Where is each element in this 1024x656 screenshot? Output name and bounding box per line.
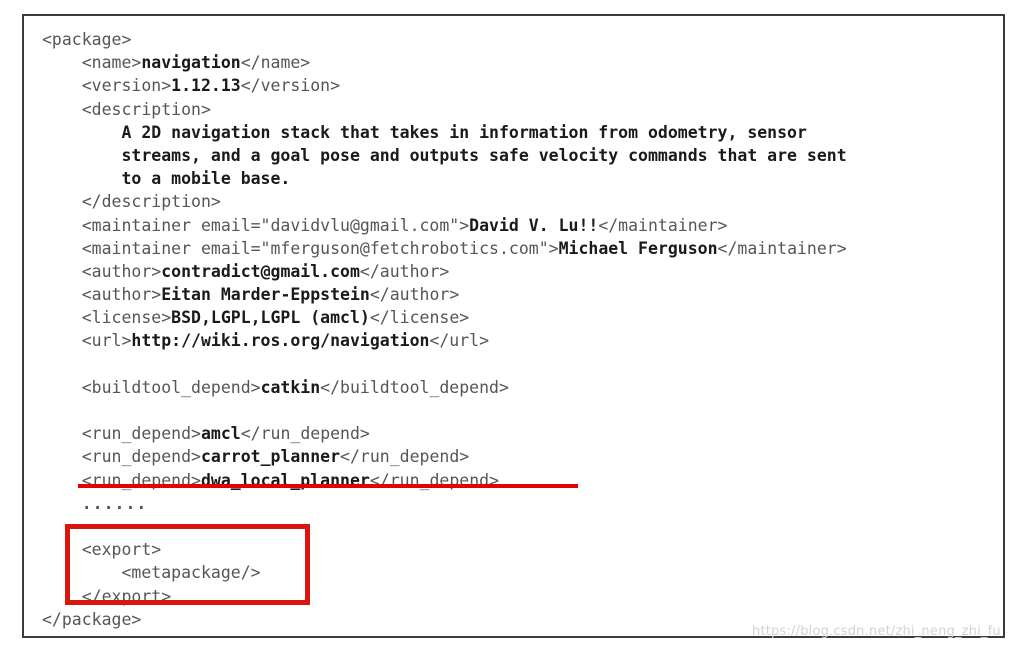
red-box-annotation xyxy=(65,524,310,605)
code-line: <author>contradict@gmail.com</author> xyxy=(42,260,1001,283)
site-watermark: https://blog.csdn.net/zhi_neng_zhi_fu xyxy=(752,624,1001,639)
code-token-val: contradict@gmail.com xyxy=(161,261,360,281)
code-token-tag: </maintainer> xyxy=(717,238,847,258)
code-line: <version>1.12.13</version> xyxy=(42,74,1001,97)
code-token-val: Michael Ferguson xyxy=(558,238,718,258)
code-token-tag: </maintainer> xyxy=(598,215,728,235)
code-token-val: A 2D navigation stack that takes in info… xyxy=(121,122,807,142)
code-line: A 2D navigation stack that takes in info… xyxy=(42,121,1001,144)
code-line: <package> xyxy=(42,28,1001,51)
code-line: ...... xyxy=(42,492,1001,515)
code-token-tag: <author> xyxy=(81,261,162,281)
code-token-tag: </author> xyxy=(369,285,460,305)
code-token-tag: </description> xyxy=(81,192,221,212)
code-token-tag: <run_depend> xyxy=(81,447,201,467)
code-token-val: Eitan Marder-Eppstein xyxy=(161,285,370,305)
code-token-val: BSD,LGPL,LGPL (amcl) xyxy=(171,308,370,328)
code-token-tag: <version> xyxy=(81,76,172,96)
code-line: </description> xyxy=(42,190,1001,213)
code-token-val: David V. Lu!! xyxy=(469,215,599,235)
code-line: streams, and a goal pose and outputs saf… xyxy=(42,144,1001,167)
code-token-tag: </version> xyxy=(240,76,341,96)
code-token-val: streams, and a goal pose and outputs saf… xyxy=(121,145,847,165)
code-token-val: to a mobile base. xyxy=(121,169,291,189)
code-token-dots: ...... xyxy=(81,493,148,513)
code-line: <maintainer email="mferguson@fetchroboti… xyxy=(42,237,1001,260)
code-token-val: catkin xyxy=(260,377,321,397)
code-token-tag: <buildtool_depend> xyxy=(81,377,261,397)
code-token-tag: <run_depend> xyxy=(81,424,201,444)
code-line: <run_depend>dwa_local_planner</run_depen… xyxy=(42,469,1001,492)
code-token-tag: </buildtool_depend> xyxy=(320,377,509,397)
code-line: <url>http://wiki.ros.org/navigation</url… xyxy=(42,329,1001,352)
code-line: <license>BSD,LGPL,LGPL (amcl)</license> xyxy=(42,306,1001,329)
code-token-val: carrot_planner xyxy=(200,447,341,467)
code-line: <buildtool_depend>catkin</buildtool_depe… xyxy=(42,376,1001,399)
code-line: <run_depend>carrot_planner</run_depend> xyxy=(42,445,1001,468)
code-token-tag: <url> xyxy=(81,331,132,351)
code-line: <run_depend>amcl</run_depend> xyxy=(42,422,1001,445)
code-token-tag: <maintainer email="davidvlu@gmail.com"> xyxy=(81,215,470,235)
code-token-tag: </url> xyxy=(429,331,490,351)
code-line: <author>Eitan Marder-Eppstein</author> xyxy=(42,283,1001,306)
code-token-tag: </run_depend> xyxy=(240,424,370,444)
code-token-tag: </package> xyxy=(42,609,142,629)
code-token-tag: <name> xyxy=(81,53,142,73)
code-token-tag: </license> xyxy=(369,308,470,328)
code-token-tag: <license> xyxy=(81,308,172,328)
code-token-tag: <maintainer email="mferguson@fetchroboti… xyxy=(81,238,559,258)
code-token-tag: <description> xyxy=(81,99,211,119)
code-token-tag: </name> xyxy=(240,53,311,73)
code-token-val: navigation xyxy=(141,53,241,73)
red-underline-annotation xyxy=(78,484,578,488)
code-token-val: amcl xyxy=(200,424,241,444)
code-token-tag: </author> xyxy=(359,261,450,281)
code-line: <name>navigation</name> xyxy=(42,51,1001,74)
code-token-tag: <author> xyxy=(81,285,162,305)
code-token-tag: <package> xyxy=(42,30,132,49)
code-line: to a mobile base. xyxy=(42,167,1001,190)
code-token-tag: </run_depend> xyxy=(340,447,470,467)
screenshot-root: <package> <name>navigation</name> <versi… xyxy=(0,0,1024,656)
code-token-val: 1.12.13 xyxy=(171,76,241,96)
code-line: <maintainer email="davidvlu@gmail.com">D… xyxy=(42,214,1001,237)
code-token-val: http://wiki.ros.org/navigation xyxy=(131,331,430,351)
code-line: <description> xyxy=(42,98,1001,121)
